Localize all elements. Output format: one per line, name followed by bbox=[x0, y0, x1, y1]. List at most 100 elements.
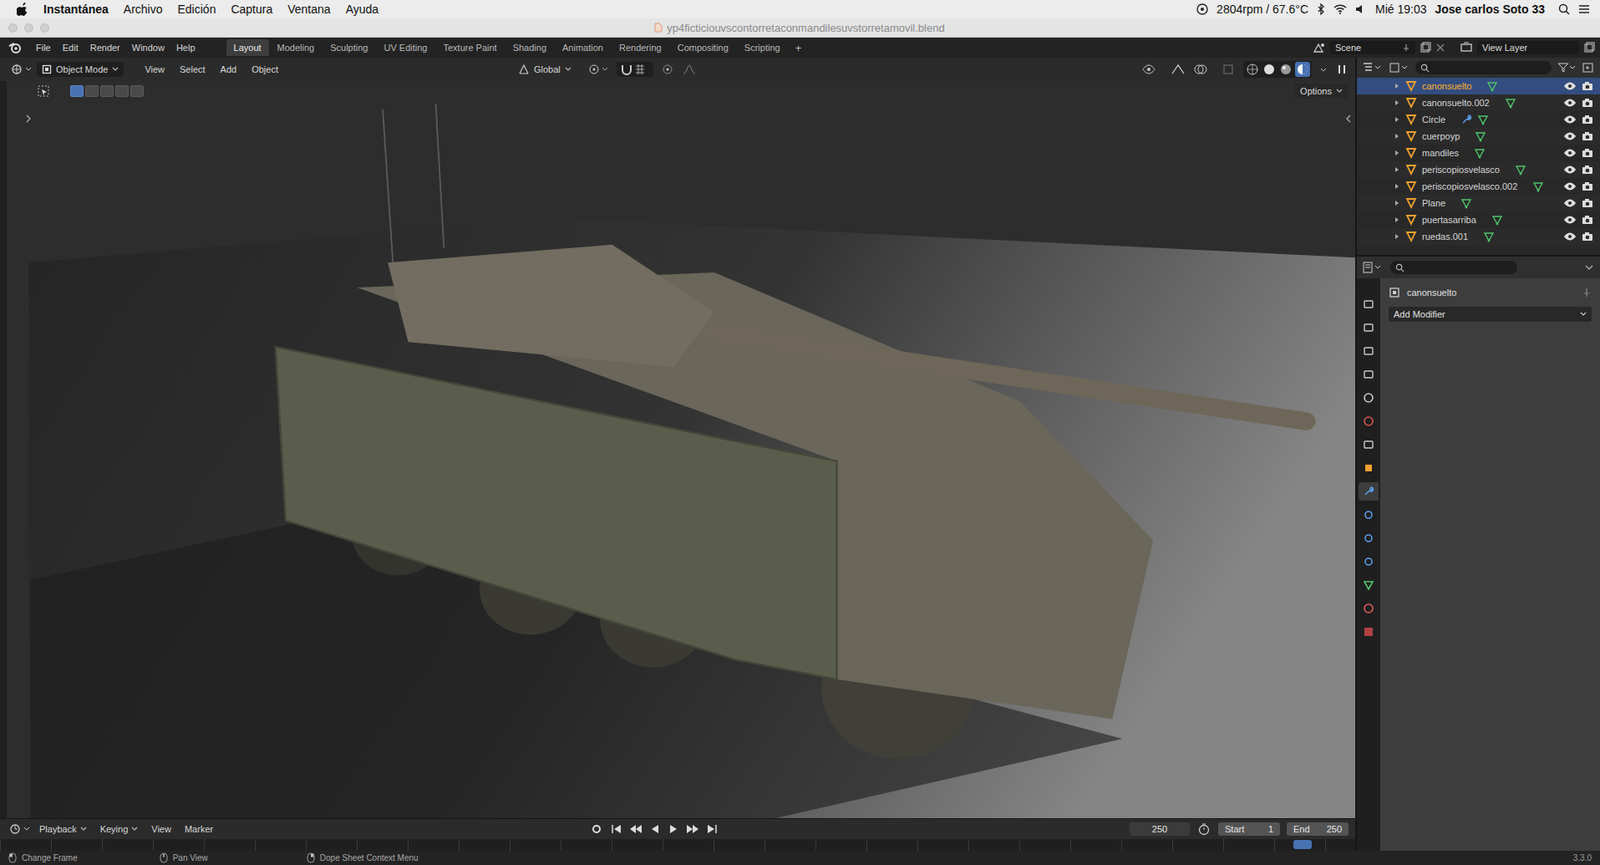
proportional-edit-icon[interactable] bbox=[660, 62, 676, 77]
properties-tab[interactable] bbox=[1358, 482, 1379, 501]
fan-icon[interactable] bbox=[1196, 3, 1209, 16]
view-layer-selector[interactable]: View Layer bbox=[1477, 40, 1580, 55]
camera-icon[interactable] bbox=[1581, 81, 1594, 92]
main-menu-item[interactable]: Window bbox=[126, 42, 171, 53]
mesh-data-icon[interactable] bbox=[1473, 147, 1486, 159]
main-menu-item[interactable]: Render bbox=[84, 42, 127, 53]
timeline-menu-item[interactable]: Playback bbox=[33, 823, 93, 834]
eye-icon[interactable] bbox=[1563, 97, 1577, 108]
start-frame-field[interactable]: Start1 bbox=[1218, 822, 1280, 836]
expand-icon[interactable] bbox=[1393, 233, 1401, 240]
eye-icon[interactable] bbox=[1563, 81, 1577, 92]
expand-icon[interactable] bbox=[1393, 116, 1401, 123]
workspace-tab[interactable]: Rendering bbox=[611, 39, 670, 56]
minimize-button[interactable] bbox=[24, 23, 34, 33]
eye-icon[interactable] bbox=[1563, 114, 1577, 125]
workspace-tab[interactable]: Sculpting bbox=[322, 39, 376, 56]
properties-tab[interactable] bbox=[1358, 505, 1379, 524]
scene-selector[interactable]: Scene bbox=[1330, 40, 1416, 55]
properties-tab[interactable] bbox=[1358, 435, 1379, 454]
outliner-row[interactable]: cuerpoyp bbox=[1356, 127, 1600, 145]
outliner-row[interactable]: puertasarriba bbox=[1356, 211, 1600, 229]
mac-menu-item[interactable]: Ventana bbox=[287, 2, 331, 16]
outliner-row[interactable]: canonsuelto.002 bbox=[1356, 94, 1600, 112]
record-icon[interactable] bbox=[588, 822, 605, 836]
outliner-editor-icon[interactable] bbox=[1361, 60, 1384, 75]
wrench-icon[interactable] bbox=[1460, 113, 1473, 126]
properties-tab[interactable] bbox=[1358, 599, 1379, 618]
workspace-tab[interactable]: Shading bbox=[505, 39, 554, 56]
expand-icon[interactable] bbox=[1393, 216, 1401, 224]
workspace-tab[interactable]: Texture Paint bbox=[435, 39, 504, 56]
play-icon[interactable] bbox=[666, 822, 681, 835]
rendered-shading-icon[interactable] bbox=[1295, 61, 1311, 77]
properties-tab[interactable] bbox=[1358, 575, 1379, 595]
snap-target-icon[interactable] bbox=[634, 62, 651, 77]
stopwatch-icon[interactable] bbox=[1196, 822, 1212, 836]
filter-icon[interactable] bbox=[1556, 60, 1577, 75]
remove-scene-icon[interactable] bbox=[1435, 42, 1446, 53]
volume-icon[interactable] bbox=[1355, 4, 1367, 15]
wireframe-shading-icon[interactable] bbox=[1244, 61, 1260, 77]
pin-icon[interactable] bbox=[1401, 43, 1411, 52]
new-layer-icon[interactable] bbox=[1583, 41, 1595, 54]
mac-menu-item[interactable]: Archivo bbox=[123, 2, 163, 16]
next-keyframe-icon[interactable] bbox=[685, 822, 701, 835]
editor-type-icon[interactable] bbox=[10, 62, 34, 77]
properties-tab[interactable] bbox=[1358, 458, 1379, 478]
toolbar-toggle-icon[interactable] bbox=[25, 114, 32, 123]
notification-icon[interactable] bbox=[1578, 4, 1590, 15]
expand-icon[interactable] bbox=[1393, 182, 1401, 190]
app-name[interactable]: Instantánea bbox=[43, 2, 109, 16]
properties-search[interactable] bbox=[1390, 260, 1518, 275]
expand-icon[interactable] bbox=[1393, 82, 1401, 90]
workspace-tab[interactable]: Animation bbox=[554, 39, 611, 56]
mesh-data-icon[interactable] bbox=[1483, 230, 1495, 243]
orientation-dropdown[interactable]: Global bbox=[513, 60, 577, 78]
camera-icon[interactable] bbox=[1581, 198, 1594, 209]
display-mode-icon[interactable] bbox=[1388, 60, 1411, 75]
bluetooth-icon[interactable] bbox=[1316, 3, 1326, 16]
expand-icon[interactable] bbox=[1393, 149, 1401, 157]
new-collection-icon[interactable] bbox=[1581, 60, 1595, 75]
expand-icon[interactable] bbox=[1393, 132, 1401, 140]
playhead[interactable] bbox=[1293, 839, 1312, 849]
properties-tab[interactable] bbox=[1358, 411, 1379, 431]
main-menu-item[interactable]: Help bbox=[170, 42, 202, 53]
tool-settings-icon[interactable] bbox=[36, 84, 51, 98]
outliner-row[interactable]: periscopiosvelasco bbox=[1356, 161, 1600, 178]
properties-tab[interactable] bbox=[1358, 528, 1379, 548]
viewport-menu-item[interactable]: Object bbox=[245, 64, 285, 75]
camera-icon[interactable] bbox=[1581, 131, 1594, 142]
eye-icon[interactable] bbox=[1563, 214, 1577, 225]
jump-start-icon[interactable] bbox=[609, 822, 624, 835]
solid-shading-icon[interactable] bbox=[1261, 61, 1277, 77]
user-name[interactable]: Jose carlos Soto 33 bbox=[1434, 2, 1545, 16]
options-chevron-icon[interactable] bbox=[1584, 264, 1594, 271]
timeline-editor-icon[interactable] bbox=[8, 822, 32, 836]
main-menu-item[interactable]: Edit bbox=[56, 42, 85, 53]
outliner-row[interactable]: canonsuelto bbox=[1356, 77, 1600, 95]
outliner-row[interactable]: ruedas.001 bbox=[1356, 228, 1600, 245]
new-scene-icon[interactable] bbox=[1419, 41, 1432, 54]
outliner-search[interactable] bbox=[1415, 60, 1552, 75]
viewport-menu-item[interactable]: View bbox=[138, 64, 171, 75]
mesh-data-icon[interactable] bbox=[1486, 80, 1499, 92]
current-frame-field[interactable]: 250 bbox=[1129, 822, 1190, 836]
eye-icon[interactable] bbox=[1563, 181, 1577, 192]
properties-tab[interactable] bbox=[1358, 294, 1379, 314]
mesh-data-icon[interactable] bbox=[1514, 163, 1527, 176]
timeline-menu-item[interactable]: Keying bbox=[94, 823, 145, 834]
play-reverse-icon[interactable] bbox=[648, 822, 662, 835]
select-subtract-button[interactable] bbox=[100, 85, 114, 97]
prev-keyframe-icon[interactable] bbox=[628, 822, 644, 835]
mesh-data-icon[interactable] bbox=[1491, 213, 1504, 226]
expand-icon[interactable] bbox=[1393, 99, 1401, 107]
overlay-icon[interactable] bbox=[1193, 62, 1215, 77]
workspace-tab[interactable]: UV Editing bbox=[375, 39, 435, 56]
viewport[interactable]: Options bbox=[0, 81, 1356, 818]
outliner-row[interactable]: Plane bbox=[1356, 194, 1600, 212]
expand-icon[interactable] bbox=[1393, 199, 1401, 207]
pivot-icon[interactable] bbox=[588, 62, 610, 77]
properties-tab[interactable] bbox=[1358, 365, 1379, 384]
